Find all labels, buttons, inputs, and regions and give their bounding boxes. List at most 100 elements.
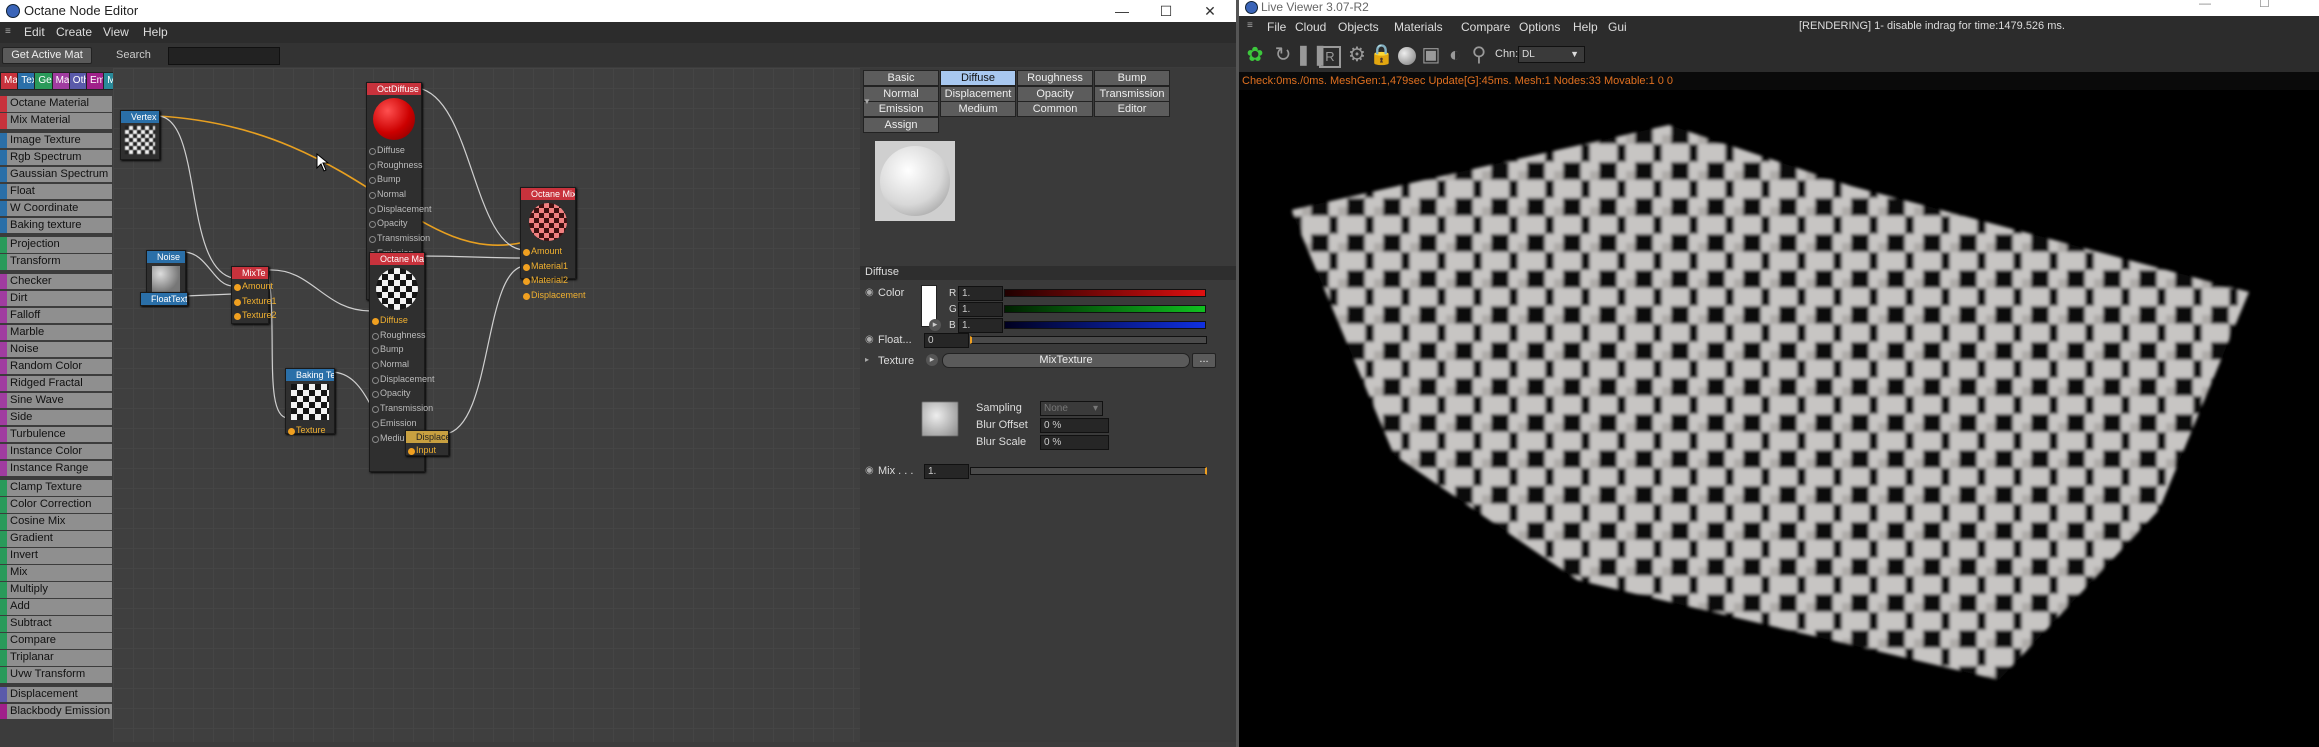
minimize-button[interactable]: — <box>2199 0 2211 10</box>
tab-editor[interactable]: Editor <box>1094 101 1170 117</box>
node-displace[interactable]: Displace Input <box>405 430 449 456</box>
node-port[interactable]: Normal <box>367 187 421 202</box>
node-list-item[interactable]: Dirt <box>0 290 112 306</box>
node-list-item[interactable]: Color Correction <box>0 497 112 513</box>
tab-basic[interactable]: Basic <box>863 70 939 86</box>
expand-arrow-icon[interactable]: ▸ <box>865 355 869 364</box>
node-port[interactable]: Normal <box>370 357 424 372</box>
menu-gui[interactable]: Gui <box>1608 20 1627 34</box>
node-list-item[interactable]: Ridged Fractal <box>0 375 112 391</box>
pause-icon[interactable]: ❚❚ <box>1295 43 1329 67</box>
tab-transmission[interactable]: Transmission <box>1094 85 1170 102</box>
node-port[interactable]: Diffuse <box>367 143 421 158</box>
channel-dropdown[interactable]: DL ▼ <box>1518 46 1585 63</box>
node-port[interactable]: Texture <box>286 423 334 438</box>
node-port[interactable]: Amount <box>521 244 575 259</box>
close-button[interactable]: ✕ <box>1188 0 1232 22</box>
node-list-item[interactable]: Octane Material <box>0 96 112 112</box>
node-list-item[interactable]: Compare <box>0 633 112 649</box>
menu-file[interactable]: File <box>1267 20 1286 34</box>
node-list-item[interactable]: Image Texture <box>0 132 112 148</box>
texture-link-button[interactable]: MixTexture <box>942 353 1190 368</box>
radio-icon[interactable]: ◉ <box>865 465 874 476</box>
node-list-item[interactable]: Instance Color <box>0 443 112 459</box>
node-list-item[interactable]: Triplanar <box>0 650 112 666</box>
tab-opacity[interactable]: Opacity <box>1017 85 1093 102</box>
node-port[interactable]: Bump <box>370 342 424 357</box>
menu-view[interactable]: View <box>103 25 129 39</box>
tab-normal[interactable]: Normal <box>863 85 939 102</box>
node-list-item[interactable]: Checker <box>0 273 112 289</box>
node-list-item[interactable]: Projection <box>0 237 112 253</box>
node-port[interactable]: Opacity <box>370 386 424 401</box>
play-icon[interactable]: ▸ <box>929 319 941 331</box>
b-slider[interactable] <box>1004 321 1206 329</box>
restart-render-icon[interactable]: ↻ <box>1271 43 1295 67</box>
maximize-button[interactable]: ☐ <box>1144 0 1188 22</box>
node-float-texture[interactable]: FloatTexture <box>140 292 188 306</box>
menu-cloud[interactable]: Cloud <box>1295 20 1326 34</box>
node-list-item[interactable]: Marble <box>0 324 112 340</box>
tab-medium[interactable]: Medium <box>940 101 1016 117</box>
pick-material-icon[interactable]: ⚲ <box>1467 43 1491 67</box>
render-viewport[interactable] <box>1239 90 2319 720</box>
node-port[interactable]: Displacement <box>370 372 435 387</box>
get-active-mat-button[interactable]: Get Active Mat <box>2 47 92 64</box>
node-list-item[interactable]: Clamp Texture <box>0 480 112 496</box>
search-input[interactable] <box>168 47 280 65</box>
g-slider[interactable] <box>1004 305 1206 313</box>
float-value-field[interactable]: 0 <box>924 333 969 348</box>
frame-icon[interactable]: ▣ <box>1419 43 1443 67</box>
node-port[interactable]: Transmission <box>367 231 430 246</box>
node-octane-mix[interactable]: Octane Mix Amount Material1 Material2 Displ… <box>520 187 586 300</box>
material-sphere-icon[interactable] <box>1395 43 1419 67</box>
node-port[interactable]: Opacity <box>367 216 421 231</box>
menu-edit[interactable]: Edit <box>24 25 45 39</box>
node-list-item[interactable]: Gradient <box>0 531 112 547</box>
node-port[interactable]: Roughness <box>370 328 426 343</box>
node-list-item[interactable]: Transform <box>0 254 112 270</box>
node-list-item[interactable]: W Coordinate <box>0 200 112 216</box>
collapse-arrow-icon[interactable]: ▼ <box>863 97 871 106</box>
tab-assign[interactable]: Assign <box>863 116 939 133</box>
node-baking-tex[interactable]: Baking Tex Texture <box>285 368 335 435</box>
node-list-item[interactable]: Add <box>0 599 112 615</box>
node-port[interactable]: Roughness <box>367 158 423 173</box>
menu-options[interactable]: Options <box>1519 20 1560 34</box>
node-list-item[interactable]: Displacement <box>0 686 112 702</box>
node-list-item[interactable]: Subtract <box>0 616 112 632</box>
tab-roughness[interactable]: Roughness <box>1017 70 1093 86</box>
lock-icon[interactable]: 🔒 <box>1369 43 1394 67</box>
r-slider[interactable] <box>1004 289 1206 297</box>
settings-gear-icon[interactable]: ⚙ <box>1345 43 1369 67</box>
node-list-item[interactable]: Gaussian Spectrum <box>0 166 112 182</box>
node-port[interactable]: Texture2 <box>232 308 277 323</box>
mix-value-field[interactable]: 1. <box>924 464 969 479</box>
node-list-item[interactable]: Blackbody Emission <box>0 703 112 719</box>
node-list-item[interactable]: Noise <box>0 341 112 357</box>
node-port[interactable]: Input <box>406 443 448 458</box>
radio-icon[interactable]: ◉ <box>865 334 874 345</box>
tab-displacement[interactable]: Displacement <box>940 85 1016 102</box>
node-vertex[interactable]: Vertex <box>120 110 160 160</box>
node-list-item[interactable]: Instance Range <box>0 460 112 476</box>
menu-compare[interactable]: Compare <box>1461 20 1510 34</box>
node-list-item[interactable]: Multiply <box>0 582 112 598</box>
play-icon[interactable]: ▸ <box>926 354 938 366</box>
node-list-item[interactable]: Cosine Mix <box>0 514 112 530</box>
menu-help[interactable]: Help <box>1573 20 1598 34</box>
tab-common[interactable]: Common <box>1017 101 1093 117</box>
tab-emission[interactable]: Emission <box>863 101 939 117</box>
node-port[interactable]: Diffuse <box>370 313 424 328</box>
node-port[interactable]: Material1 <box>521 259 575 274</box>
region-render-icon[interactable]: R <box>1319 46 1341 68</box>
node-list-item[interactable]: Baking texture <box>0 217 112 233</box>
menu-objects[interactable]: Objects <box>1338 20 1379 34</box>
g-value-field[interactable]: 1. <box>958 302 1003 317</box>
float-slider[interactable] <box>970 336 1207 344</box>
b-value-field[interactable]: 1. <box>958 318 1003 333</box>
blur-scale-field[interactable]: 0 % <box>1040 435 1109 450</box>
r-value-field[interactable]: 1. <box>958 286 1003 301</box>
minimize-button[interactable]: — <box>1100 0 1144 22</box>
maximize-button[interactable]: ☐ <box>2259 0 2270 10</box>
